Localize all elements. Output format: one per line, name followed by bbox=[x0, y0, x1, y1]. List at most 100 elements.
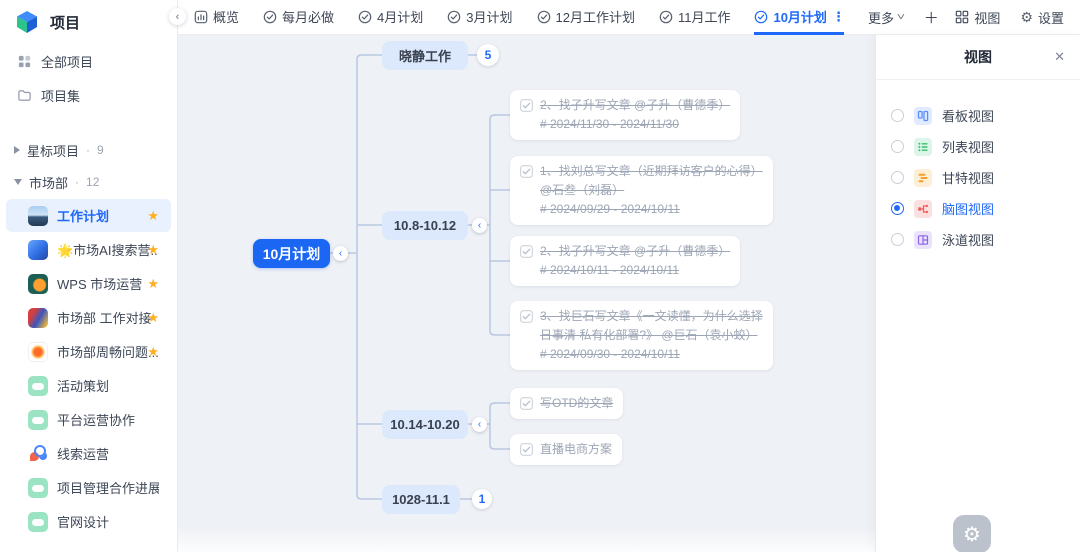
sidebar-item-project-sets[interactable]: 项目集 bbox=[0, 78, 177, 112]
sidebar-project-work-connect[interactable]: 市场部 工作对接 ★ bbox=[6, 301, 171, 334]
sidebar-project-leads-ops[interactable]: 线索运营 bbox=[6, 437, 171, 470]
app-window: 项目 全部项目 项目集 星标项目 · 9 市场部 · 12 工作计划 ★ 🌟市场… bbox=[0, 0, 1080, 552]
folder-icon bbox=[18, 89, 31, 101]
sidebar-project-pm-progress[interactable]: 项目管理合作进展 bbox=[6, 471, 171, 504]
project-thumbnail-icon bbox=[28, 205, 48, 226]
checkbox-checked-icon[interactable] bbox=[520, 443, 533, 456]
view-option-kanban[interactable]: 看板视图 bbox=[876, 100, 1080, 131]
branch-count-badge[interactable]: 5 bbox=[477, 44, 499, 66]
star-icon[interactable]: ★ bbox=[147, 208, 159, 224]
group-label: 星标项目 bbox=[27, 143, 80, 159]
branch-node-week2[interactable]: 10.14-10.20 bbox=[382, 410, 468, 439]
sidebar-project-website-design[interactable]: 官网设计 bbox=[6, 505, 171, 538]
mindmap-canvas[interactable]: 10月计划 ‹ 晓静工作 5 10.8-10.12 ‹ 2、找子升写文章 @子升… bbox=[178, 35, 875, 552]
radio-icon[interactable] bbox=[891, 140, 904, 153]
magnifier-icon bbox=[28, 444, 48, 464]
radio-selected-icon[interactable] bbox=[891, 202, 904, 215]
mindmap-root-node[interactable]: 10月计划 bbox=[253, 239, 330, 268]
sidebar-item-label: 项目集 bbox=[41, 88, 81, 104]
sidebar-project-platform-ops[interactable]: 平台运营协作 bbox=[6, 403, 171, 436]
mindmap-view-icon bbox=[914, 199, 932, 218]
chevron-left-icon: ‹ bbox=[477, 220, 482, 231]
view-option-list[interactable]: 列表视图 bbox=[876, 131, 1080, 162]
check-circle-icon bbox=[755, 10, 768, 23]
chart-icon bbox=[194, 10, 208, 23]
sidebar-project-event-planning[interactable]: 活动策划 bbox=[6, 369, 171, 402]
canvas-settings-button[interactable]: ⚙ bbox=[953, 515, 991, 552]
view-panel-title: 视图 bbox=[964, 49, 992, 65]
tab-december-plan[interactable]: 12月工作计划 bbox=[537, 0, 635, 35]
checkbox-checked-icon[interactable] bbox=[520, 99, 533, 112]
sidebar-project-wps-ops[interactable]: WPS 市场运营 ★ bbox=[6, 267, 171, 300]
tab-bar: 概览 每月必做 4月计划 3月计划 12月工作计划 11月工作 10月计划 ⋮ bbox=[194, 0, 868, 35]
star-icon[interactable]: ★ bbox=[147, 344, 159, 360]
project-thumbnail-icon bbox=[28, 307, 48, 328]
add-tab-button[interactable]: ＋ bbox=[924, 7, 939, 28]
tab-october-plan[interactable]: 10月计划 ⋮ bbox=[754, 0, 845, 35]
tab-november-work[interactable]: 11月工作 bbox=[659, 0, 730, 35]
gear-icon: ⚙ bbox=[1020, 8, 1033, 25]
task-card[interactable]: 写OTD的文章 bbox=[510, 388, 624, 419]
app-title: 项目 bbox=[50, 14, 81, 32]
task-card[interactable]: 直播电商方案 bbox=[510, 434, 623, 465]
sidebar-group-marketing[interactable]: 市场部 · 12 bbox=[0, 166, 177, 198]
task-card[interactable]: 1、找刘总写文章（近期拜访客户的心得） @石叁（刘磊） # 2024/09/29… bbox=[510, 156, 773, 225]
branch-collapse-button[interactable]: ‹ bbox=[472, 218, 487, 233]
sidebar-group-starred[interactable]: 星标项目 · 9 bbox=[0, 134, 177, 166]
root-collapse-button[interactable]: ‹ bbox=[333, 246, 348, 261]
gantt-view-icon bbox=[914, 168, 932, 187]
tab-overview[interactable]: 概览 bbox=[194, 0, 239, 35]
project-thumbnail-icon bbox=[28, 273, 48, 294]
task-title: 写OTD的文章 bbox=[540, 396, 614, 410]
view-button[interactable]: 视图 bbox=[955, 8, 1000, 27]
chevron-left-icon: ‹ bbox=[175, 10, 180, 23]
checkbox-checked-icon[interactable] bbox=[520, 165, 533, 178]
branch-count-badge[interactable]: 1 bbox=[472, 489, 492, 509]
more-tabs-button[interactable]: 更多 ˅ bbox=[868, 8, 905, 27]
task-card[interactable]: 2、找子升写文章 @子升（曹德季） # 2024/11/30 - 2024/11… bbox=[510, 90, 741, 140]
check-circle-icon bbox=[537, 10, 550, 23]
tab-monthly-must[interactable]: 每月必做 bbox=[263, 0, 334, 35]
task-card[interactable]: 2、找子升写文章 @子升（曹德季） # 2024/10/11 - 2024/10… bbox=[510, 236, 741, 286]
radio-icon[interactable] bbox=[891, 233, 904, 246]
star-icon[interactable]: ★ bbox=[147, 276, 159, 292]
settings-button[interactable]: ⚙ 设置 bbox=[1020, 8, 1064, 27]
sidebar-collapse-button[interactable]: ‹ bbox=[169, 8, 186, 25]
sidebar-item-label: 全部项目 bbox=[41, 54, 94, 70]
group-dot: · bbox=[86, 143, 91, 157]
branch-collapse-button[interactable]: ‹ bbox=[472, 417, 487, 432]
project-thumbnail-icon bbox=[28, 511, 48, 532]
checkbox-checked-icon[interactable] bbox=[520, 310, 533, 323]
chevron-right-icon bbox=[14, 146, 20, 154]
group-dot: · bbox=[75, 175, 80, 189]
star-icon[interactable]: ★ bbox=[147, 242, 159, 258]
sidebar-item-all-projects[interactable]: 全部项目 bbox=[0, 44, 177, 78]
tab-april-plan[interactable]: 4月计划 bbox=[358, 0, 423, 35]
group-count: 9 bbox=[97, 143, 104, 157]
sidebar-project-work-plan[interactable]: 工作计划 ★ bbox=[6, 199, 171, 232]
checkbox-checked-icon[interactable] bbox=[520, 397, 533, 410]
sidebar-project-ai-search[interactable]: 🌟市场AI搜索营... ★ bbox=[6, 233, 171, 266]
view-panel-header: 视图 ✕ bbox=[876, 35, 1080, 80]
branch-node-week3[interactable]: 1028-11.1 bbox=[382, 485, 460, 514]
star-icon[interactable]: ★ bbox=[147, 310, 159, 326]
branch-node-week1[interactable]: 10.8-10.12 bbox=[382, 211, 468, 240]
project-thumbnail-icon bbox=[28, 239, 48, 260]
tab-march-plan[interactable]: 3月计划 bbox=[447, 0, 513, 35]
radio-icon[interactable] bbox=[891, 109, 904, 122]
branch-node-xiaojing[interactable]: 晓静工作 bbox=[382, 41, 468, 70]
checkbox-checked-icon[interactable] bbox=[520, 245, 533, 258]
group-count: 12 bbox=[86, 175, 100, 189]
project-thumbnail-icon bbox=[28, 341, 48, 362]
task-card[interactable]: 3、找巨石写文章《一文读懂，为什么选择 日事清 私有化部署?》 @巨石（袁小蛟）… bbox=[510, 301, 773, 370]
project-thumbnail-icon bbox=[28, 375, 48, 396]
view-option-gantt[interactable]: 甘特视图 bbox=[876, 162, 1080, 193]
check-circle-icon bbox=[263, 10, 277, 23]
view-option-mindmap[interactable]: 脑图视图 bbox=[876, 193, 1080, 224]
view-option-swimlane[interactable]: 泳道视图 bbox=[876, 224, 1080, 255]
sidebar-project-weekly-issues[interactable]: 市场部周畅问题... ★ bbox=[6, 335, 171, 368]
close-icon[interactable]: ✕ bbox=[1054, 49, 1065, 65]
group-label: 市场部 bbox=[29, 175, 69, 191]
radio-icon[interactable] bbox=[891, 171, 904, 184]
tab-menu-icon[interactable]: ⋮ bbox=[832, 9, 845, 25]
